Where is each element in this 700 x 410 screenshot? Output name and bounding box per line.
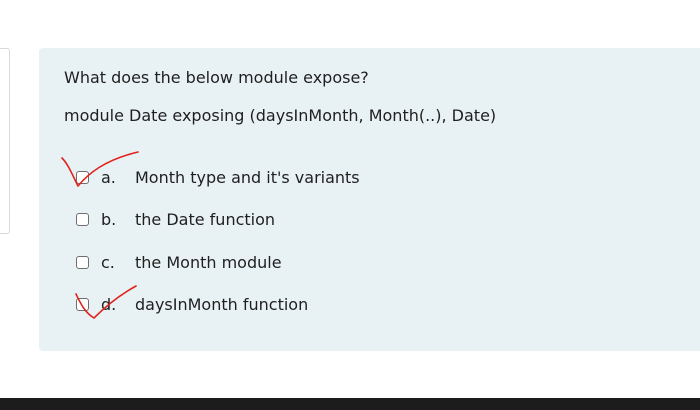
answer-letter-b: b. — [101, 210, 117, 229]
answer-option-c[interactable]: c. the Month module — [72, 253, 432, 277]
answer-label-d: daysInMonth function — [135, 295, 309, 314]
answer-letter-d: d. — [101, 295, 117, 314]
answer-option-d[interactable]: d. daysInMonth function — [72, 295, 432, 319]
answer-letter-a: a. — [101, 168, 116, 187]
question-code: module Date exposing (daysInMonth, Month… — [64, 106, 497, 125]
bottom-bar — [0, 398, 700, 410]
answer-letter-c: c. — [101, 253, 115, 272]
answer-checkbox-d[interactable] — [76, 298, 89, 311]
answer-label-c: the Month module — [135, 253, 282, 272]
answer-option-a[interactable]: a. Month type and it's variants — [72, 168, 432, 192]
question-title: What does the below module expose? — [64, 68, 369, 87]
answer-checkbox-b[interactable] — [76, 213, 89, 226]
left-panel-edge — [0, 48, 10, 234]
answer-checkbox-a[interactable] — [76, 171, 89, 184]
answer-label-a: Month type and it's variants — [135, 168, 360, 187]
answer-option-b[interactable]: b. the Date function — [72, 210, 432, 234]
answer-checkbox-c[interactable] — [76, 256, 89, 269]
answer-label-b: the Date function — [135, 210, 276, 229]
